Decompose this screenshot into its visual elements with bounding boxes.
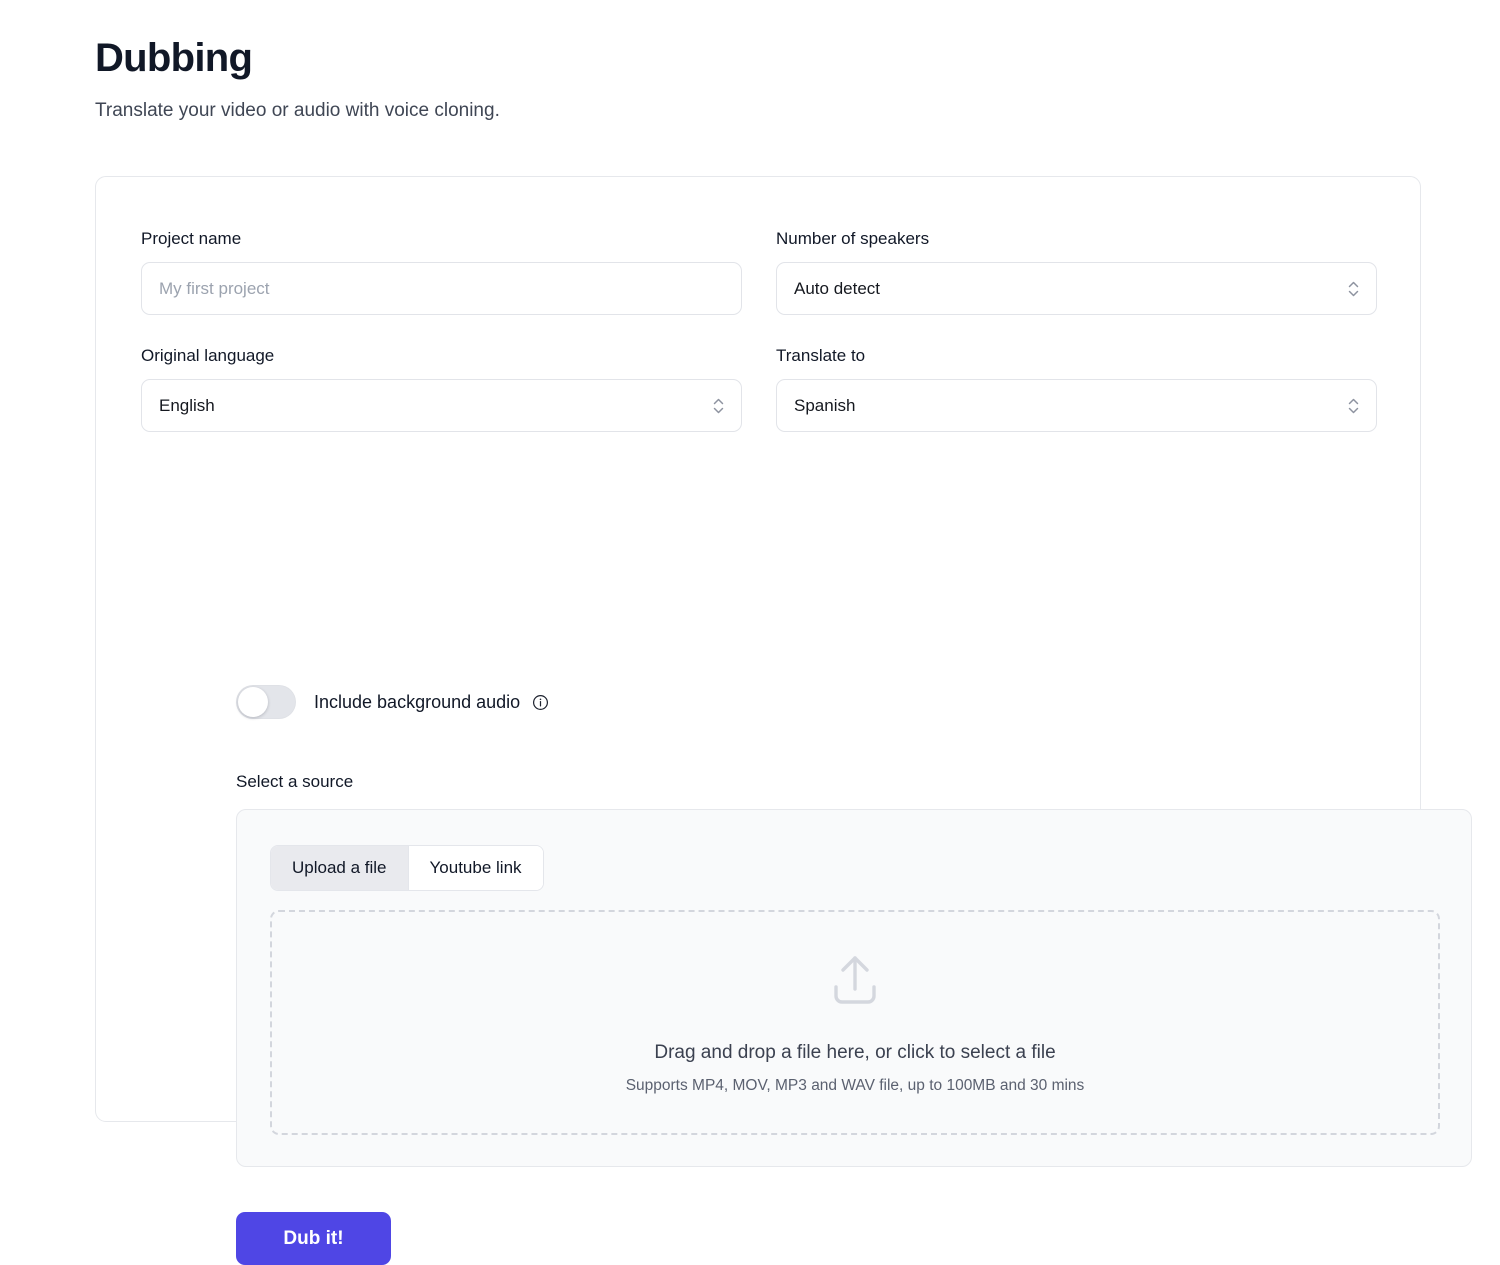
dropzone-primary-text: Drag and drop a file here, or click to s… xyxy=(654,1043,1055,1062)
dub-it-button[interactable]: Dub it! xyxy=(236,1212,391,1265)
project-name-placeholder: My first project xyxy=(159,279,270,299)
upload-icon xyxy=(826,952,884,1013)
source-panel: Upload a file Youtube link Drag and drop… xyxy=(236,809,1472,1167)
original-language-field-group: Original language English xyxy=(141,347,742,432)
project-name-input[interactable]: My first project xyxy=(141,262,742,315)
original-language-label: Original language xyxy=(141,347,742,364)
dubbing-page: Dubbing Translate your video or audio wi… xyxy=(0,0,1500,1193)
source-tabs: Upload a file Youtube link xyxy=(270,845,544,891)
translate-to-value: Spanish xyxy=(794,396,855,416)
info-circle-icon[interactable] xyxy=(531,693,549,711)
translate-to-label: Translate to xyxy=(776,347,1377,364)
tab-upload-a-file[interactable]: Upload a file xyxy=(271,846,408,890)
dubbing-form-card: Project name My first project Number of … xyxy=(95,176,1421,1122)
page-subtitle: Translate your video or audio with voice… xyxy=(95,99,1095,124)
original-language-select[interactable]: English xyxy=(141,379,742,432)
number-of-speakers-field-group: Number of speakers Auto detect xyxy=(776,230,1377,315)
form-fields-grid: Project name My first project Number of … xyxy=(141,230,1377,432)
tab-youtube-link[interactable]: Youtube link xyxy=(408,846,543,890)
project-name-label: Project name xyxy=(141,230,742,247)
project-name-field-group: Project name My first project xyxy=(141,230,742,315)
background-audio-toggle[interactable] xyxy=(236,685,296,719)
select-a-source-label: Select a source xyxy=(236,772,353,792)
chevron-up-down-icon xyxy=(711,395,726,417)
file-dropzone[interactable]: Drag and drop a file here, or click to s… xyxy=(270,910,1440,1135)
page-title: Dubbing xyxy=(95,36,1095,80)
number-of-speakers-label: Number of speakers xyxy=(776,230,1377,247)
translate-to-field-group: Translate to Spanish xyxy=(776,347,1377,432)
number-of-speakers-value: Auto detect xyxy=(794,279,880,299)
chevron-up-down-icon xyxy=(1346,395,1361,417)
form-row-1: Project name My first project Number of … xyxy=(141,230,1377,315)
translate-to-select[interactable]: Spanish xyxy=(776,379,1377,432)
dropzone-secondary-text: Supports MP4, MOV, MP3 and WAV file, up … xyxy=(626,1078,1085,1094)
toggle-knob xyxy=(238,687,268,717)
original-language-value: English xyxy=(159,396,215,416)
form-row-2: Original language English Translate to xyxy=(141,347,1377,432)
page-header: Dubbing Translate your video or audio wi… xyxy=(95,36,1095,124)
background-audio-label: Include background audio xyxy=(314,692,520,713)
background-audio-row: Include background audio xyxy=(236,685,549,719)
number-of-speakers-select[interactable]: Auto detect xyxy=(776,262,1377,315)
chevron-up-down-icon xyxy=(1346,278,1361,300)
